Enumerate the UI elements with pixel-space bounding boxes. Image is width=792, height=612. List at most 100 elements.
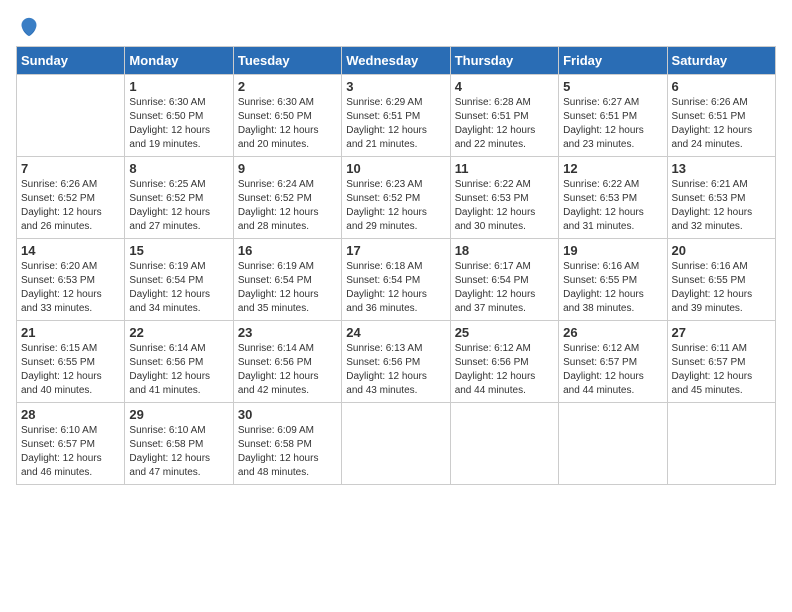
day-number: 2 <box>238 79 337 94</box>
day-cell: 3 Sunrise: 6:29 AMSunset: 6:51 PMDaylight… <box>342 75 450 157</box>
day-info: Sunrise: 6:23 AMSunset: 6:52 PMDaylight:… <box>346 178 445 234</box>
day-info: Sunrise: 6:24 AMSunset: 6:52 PMDaylight:… <box>238 178 337 234</box>
day-cell: 10 Sunrise: 6:23 AMSunset: 6:52 PMDayligh… <box>342 157 450 239</box>
day-cell: 1 Sunrise: 6:30 AMSunset: 6:50 PMDaylight… <box>125 75 233 157</box>
day-cell: 4 Sunrise: 6:28 AMSunset: 6:51 PMDaylight… <box>450 75 558 157</box>
day-cell <box>450 403 558 485</box>
day-number: 4 <box>455 79 554 94</box>
day-number: 22 <box>129 325 228 340</box>
day-number: 28 <box>21 407 120 422</box>
day-number: 13 <box>672 161 771 176</box>
day-cell: 17Sunrise: 6:18 AMSunset: 6:54 PMDayligh… <box>342 239 450 321</box>
day-cell: 9 Sunrise: 6:24 AMSunset: 6:52 PMDaylight… <box>233 157 341 239</box>
header-monday: Monday <box>125 47 233 75</box>
day-number: 23 <box>238 325 337 340</box>
days-header-row: SundayMondayTuesdayWednesdayThursdayFrid… <box>17 47 776 75</box>
day-cell <box>667 403 775 485</box>
day-cell: 19 Sunrise: 6:16 AMSunset: 6:55 PMDayligh… <box>559 239 667 321</box>
day-number: 10 <box>346 161 445 176</box>
day-number: 3 <box>346 79 445 94</box>
header-thursday: Thursday <box>450 47 558 75</box>
day-cell <box>559 403 667 485</box>
week-row-2: 14 Sunrise: 6:20 AMSunset: 6:53 PMDayligh… <box>17 239 776 321</box>
day-number: 18 <box>455 243 554 258</box>
day-info: Sunrise: 6:16 AMSunset: 6:55 PMDaylight:… <box>563 260 662 316</box>
day-cell: 23 Sunrise: 6:14 AMSunset: 6:56 PMDayligh… <box>233 321 341 403</box>
day-info: Sunrise: 6:27 AMSunset: 6:51 PMDaylight:… <box>563 96 662 152</box>
day-number: 12 <box>563 161 662 176</box>
day-number: 25 <box>455 325 554 340</box>
day-cell <box>342 403 450 485</box>
day-number: 21 <box>21 325 120 340</box>
day-cell: 20Sunrise: 6:16 AMSunset: 6:55 PMDayligh… <box>667 239 775 321</box>
day-number: 1 <box>129 79 228 94</box>
day-info: Sunrise: 6:14 AMSunset: 6:56 PMDaylight:… <box>129 342 228 398</box>
logo <box>16 16 40 38</box>
day-cell: 6 Sunrise: 6:26 AMSunset: 6:51 PMDaylight… <box>667 75 775 157</box>
week-row-4: 28Sunrise: 6:10 AMSunset: 6:57 PMDayligh… <box>17 403 776 485</box>
day-cell: 5 Sunrise: 6:27 AMSunset: 6:51 PMDaylight… <box>559 75 667 157</box>
header-wednesday: Wednesday <box>342 47 450 75</box>
day-info: Sunrise: 6:20 AMSunset: 6:53 PMDaylight:… <box>21 260 120 316</box>
day-info: Sunrise: 6:29 AMSunset: 6:51 PMDaylight:… <box>346 96 445 152</box>
day-number: 27 <box>672 325 771 340</box>
day-number: 9 <box>238 161 337 176</box>
day-cell: 21 Sunrise: 6:15 AMSunset: 6:55 PMDayligh… <box>17 321 125 403</box>
header-tuesday: Tuesday <box>233 47 341 75</box>
day-number: 11 <box>455 161 554 176</box>
day-info: Sunrise: 6:26 AMSunset: 6:51 PMDaylight:… <box>672 96 771 152</box>
day-number: 7 <box>21 161 120 176</box>
day-number: 8 <box>129 161 228 176</box>
day-info: Sunrise: 6:21 AMSunset: 6:53 PMDaylight:… <box>672 178 771 234</box>
day-number: 19 <box>563 243 662 258</box>
day-cell: 14 Sunrise: 6:20 AMSunset: 6:53 PMDayligh… <box>17 239 125 321</box>
day-info: Sunrise: 6:11 AMSunset: 6:57 PMDaylight:… <box>672 342 771 398</box>
header-sunday: Sunday <box>17 47 125 75</box>
day-number: 16 <box>238 243 337 258</box>
day-info: Sunrise: 6:12 AMSunset: 6:56 PMDaylight:… <box>455 342 554 398</box>
day-cell: 25 Sunrise: 6:12 AMSunset: 6:56 PMDayligh… <box>450 321 558 403</box>
day-cell: 30Sunrise: 6:09 AMSunset: 6:58 PMDayligh… <box>233 403 341 485</box>
day-info: Sunrise: 6:19 AMSunset: 6:54 PMDaylight:… <box>129 260 228 316</box>
day-cell: 26 Sunrise: 6:12 AMSunset: 6:57 PMDayligh… <box>559 321 667 403</box>
day-cell: 24Sunrise: 6:13 AMSunset: 6:56 PMDayligh… <box>342 321 450 403</box>
day-number: 29 <box>129 407 228 422</box>
day-info: Sunrise: 6:15 AMSunset: 6:55 PMDaylight:… <box>21 342 120 398</box>
day-cell: 18 Sunrise: 6:17 AMSunset: 6:54 PMDayligh… <box>450 239 558 321</box>
day-cell: 27 Sunrise: 6:11 AMSunset: 6:57 PMDayligh… <box>667 321 775 403</box>
day-info: Sunrise: 6:12 AMSunset: 6:57 PMDaylight:… <box>563 342 662 398</box>
day-info: Sunrise: 6:28 AMSunset: 6:51 PMDaylight:… <box>455 96 554 152</box>
day-cell: 8 Sunrise: 6:25 AMSunset: 6:52 PMDaylight… <box>125 157 233 239</box>
day-cell: 16 Sunrise: 6:19 AMSunset: 6:54 PMDayligh… <box>233 239 341 321</box>
day-cell: 22 Sunrise: 6:14 AMSunset: 6:56 PMDayligh… <box>125 321 233 403</box>
day-cell: 29 Sunrise: 6:10 AMSunset: 6:58 PMDayligh… <box>125 403 233 485</box>
day-info: Sunrise: 6:13 AMSunset: 6:56 PMDaylight:… <box>346 342 445 398</box>
week-row-0: 1 Sunrise: 6:30 AMSunset: 6:50 PMDaylight… <box>17 75 776 157</box>
day-number: 5 <box>563 79 662 94</box>
day-info: Sunrise: 6:30 AMSunset: 6:50 PMDaylight:… <box>129 96 228 152</box>
day-cell: 7 Sunrise: 6:26 AMSunset: 6:52 PMDaylight… <box>17 157 125 239</box>
day-number: 26 <box>563 325 662 340</box>
day-info: Sunrise: 6:25 AMSunset: 6:52 PMDaylight:… <box>129 178 228 234</box>
day-number: 17 <box>346 243 445 258</box>
day-cell: 13 Sunrise: 6:21 AMSunset: 6:53 PMDayligh… <box>667 157 775 239</box>
day-info: Sunrise: 6:17 AMSunset: 6:54 PMDaylight:… <box>455 260 554 316</box>
day-cell: 11 Sunrise: 6:22 AMSunset: 6:53 PMDayligh… <box>450 157 558 239</box>
day-number: 30 <box>238 407 337 422</box>
day-info: Sunrise: 6:19 AMSunset: 6:54 PMDaylight:… <box>238 260 337 316</box>
day-info: Sunrise: 6:22 AMSunset: 6:53 PMDaylight:… <box>455 178 554 234</box>
day-number: 6 <box>672 79 771 94</box>
day-info: Sunrise: 6:14 AMSunset: 6:56 PMDaylight:… <box>238 342 337 398</box>
header-friday: Friday <box>559 47 667 75</box>
day-number: 14 <box>21 243 120 258</box>
day-cell <box>17 75 125 157</box>
day-number: 20 <box>672 243 771 258</box>
day-cell: 12Sunrise: 6:22 AMSunset: 6:53 PMDayligh… <box>559 157 667 239</box>
day-cell: 28Sunrise: 6:10 AMSunset: 6:57 PMDayligh… <box>17 403 125 485</box>
week-row-3: 21 Sunrise: 6:15 AMSunset: 6:55 PMDayligh… <box>17 321 776 403</box>
calendar-table: SundayMondayTuesdayWednesdayThursdayFrid… <box>16 46 776 485</box>
day-info: Sunrise: 6:10 AMSunset: 6:58 PMDaylight:… <box>129 424 228 480</box>
day-cell: 2Sunrise: 6:30 AMSunset: 6:50 PMDaylight… <box>233 75 341 157</box>
day-number: 15 <box>129 243 228 258</box>
day-info: Sunrise: 6:26 AMSunset: 6:52 PMDaylight:… <box>21 178 120 234</box>
